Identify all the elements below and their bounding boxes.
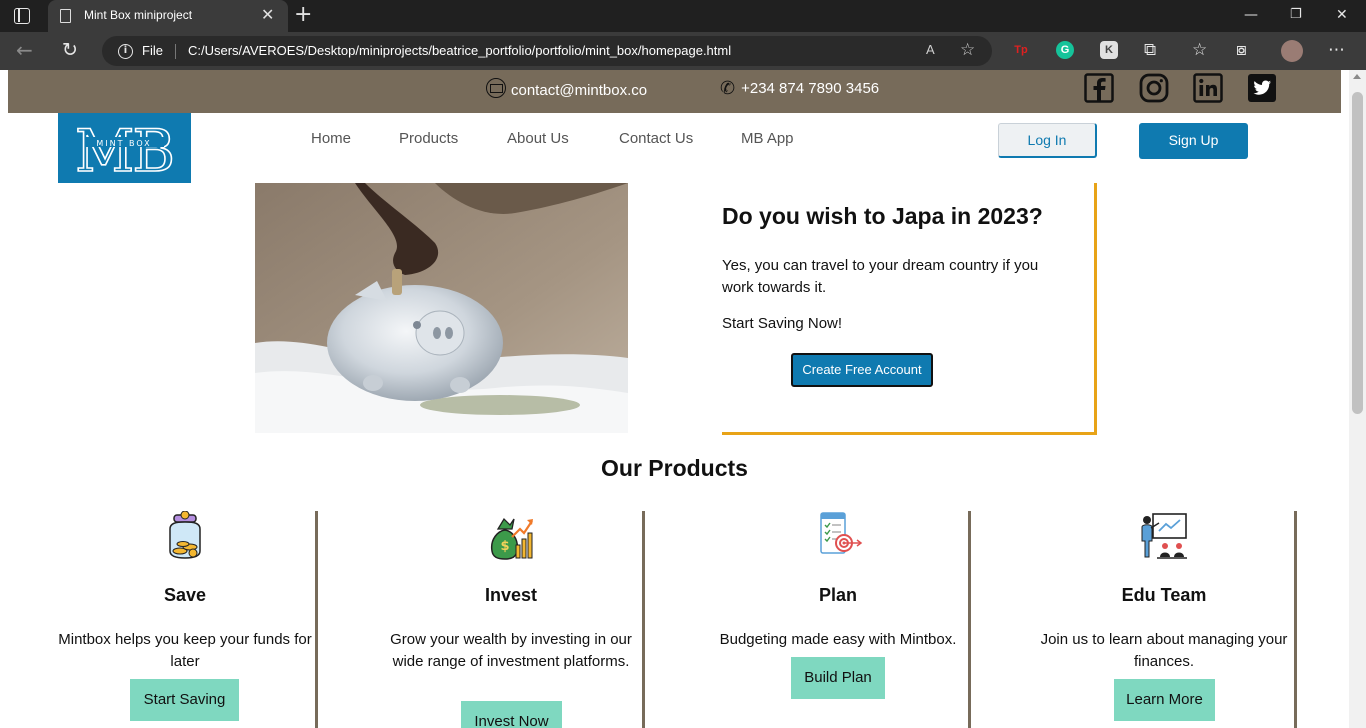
extensions-puzzle-icon[interactable]: ⧉ bbox=[1144, 39, 1156, 61]
invest-now-button[interactable]: Invest Now bbox=[461, 701, 562, 728]
svg-text:$: $ bbox=[500, 539, 509, 554]
tab-title: Mint Box miniproject bbox=[84, 8, 193, 22]
product-title: Invest bbox=[484, 585, 538, 605]
scroll-thumb[interactable] bbox=[1352, 92, 1363, 414]
hero-text: Yes, you can travel to your dream countr… bbox=[722, 257, 1039, 296]
nav-about-us[interactable]: About Us bbox=[507, 130, 569, 147]
hero-card: Do you wish to Japa in 2023? Yes, you ca… bbox=[722, 183, 1097, 435]
scroll-up-arrow-icon[interactable] bbox=[1353, 74, 1361, 79]
profile-avatar[interactable] bbox=[1281, 40, 1303, 62]
product-text: Join us to learn about managing your fin… bbox=[1040, 631, 1288, 670]
create-free-account-button[interactable]: Create Free Account bbox=[791, 353, 933, 387]
back-arrow-icon[interactable]: ← bbox=[16, 38, 33, 62]
favorites-icon[interactable]: ☆ bbox=[1192, 39, 1207, 61]
build-plan-button[interactable]: Build Plan bbox=[791, 657, 885, 699]
signup-button[interactable]: Sign Up bbox=[1139, 123, 1248, 159]
product-divider bbox=[315, 511, 318, 728]
product-card-plan: Plan Budgeting made easy with Mintbox. B… bbox=[703, 511, 973, 728]
product-text: Grow your wealth by investing in our wid… bbox=[390, 631, 632, 670]
more-menu-icon[interactable]: ⋯ bbox=[1328, 39, 1345, 61]
file-label: File bbox=[142, 43, 163, 58]
logo-mark: MB MINT BOX bbox=[74, 116, 176, 186]
money-bag-growth-icon: $ bbox=[490, 517, 533, 560]
close-tab-icon[interactable]: ✕ bbox=[261, 6, 274, 24]
restore-icon[interactable]: ❐ bbox=[1290, 6, 1302, 24]
address-bar-row: ← ↻ i File C:/Users/AVEROES/Desktop/mini… bbox=[0, 32, 1366, 70]
address-bar[interactable]: i File C:/Users/AVEROES/Desktop/miniproj… bbox=[102, 36, 992, 66]
instagram-icon[interactable] bbox=[1139, 73, 1169, 103]
nav-home[interactable]: Home bbox=[311, 130, 351, 147]
mail-icon bbox=[486, 78, 506, 98]
hero-title: Do you wish to Japa in 2023? bbox=[722, 203, 1043, 229]
nav-mb-app[interactable]: MB App bbox=[741, 130, 794, 147]
page-scrollbar[interactable] bbox=[1349, 70, 1366, 728]
learn-more-button[interactable]: Learn More bbox=[1114, 679, 1215, 721]
hero-cta-text: Start Saving Now! bbox=[722, 315, 843, 332]
contact-strip: contact@mintbox.co ✆ +234 874 7890 3456 bbox=[8, 70, 1341, 113]
product-card-invest: $ Invest Grow your wealth by investing i… bbox=[376, 511, 646, 728]
email-text: contact@mintbox.co bbox=[511, 82, 648, 99]
linkedin-icon[interactable] bbox=[1193, 73, 1223, 103]
contact-phone[interactable]: ✆ +234 874 7890 3456 bbox=[720, 78, 879, 99]
logo-subtitle: MINT BOX bbox=[96, 139, 151, 148]
product-text: Mintbox helps you keep your funds for la… bbox=[58, 631, 312, 670]
nav-products[interactable]: Products bbox=[399, 130, 458, 147]
phone-icon: ✆ bbox=[720, 78, 736, 98]
login-button[interactable]: Log In bbox=[998, 123, 1097, 158]
product-title: Plan bbox=[818, 585, 857, 605]
product-card-edu-team: Edu Team Join us to learn about managing… bbox=[1029, 511, 1299, 728]
product-card-save: Save Mintbox helps you keep your funds f… bbox=[50, 511, 320, 728]
add-favorite-icon[interactable]: ☆ bbox=[960, 40, 975, 60]
plan-target-icon bbox=[820, 512, 863, 554]
savings-jar-icon bbox=[169, 511, 201, 559]
product-title: Edu Team bbox=[1121, 585, 1207, 605]
window-close-icon[interactable]: ✕ bbox=[1336, 6, 1348, 24]
facebook-icon[interactable] bbox=[1084, 73, 1114, 103]
nav-contact-us[interactable]: Contact Us bbox=[619, 130, 693, 147]
logo-letters: MB bbox=[75, 117, 173, 183]
product-divider bbox=[968, 511, 971, 728]
products-heading: Our Products bbox=[601, 455, 748, 481]
twitter-icon[interactable] bbox=[1247, 73, 1277, 103]
tab-actions-icon[interactable] bbox=[14, 8, 30, 24]
browser-tab-bar: Mint Box miniproject ✕ + — ❐ ✕ bbox=[0, 0, 1366, 32]
product-title: Save bbox=[163, 585, 207, 605]
page-icon bbox=[60, 9, 71, 23]
info-icon[interactable]: i bbox=[118, 44, 133, 59]
hero-image-piggy-bank bbox=[255, 183, 628, 433]
divider bbox=[175, 44, 176, 59]
url-text[interactable]: C:/Users/AVEROES/Desktop/miniprojects/be… bbox=[188, 43, 731, 58]
mintbox-logo[interactable]: MB MINT BOX bbox=[58, 113, 191, 186]
minimize-icon[interactable]: — bbox=[1244, 6, 1258, 24]
product-divider bbox=[1294, 511, 1297, 728]
product-divider bbox=[642, 511, 645, 728]
browser-tab[interactable]: Mint Box miniproject ✕ bbox=[48, 0, 288, 32]
refresh-icon[interactable]: ↻ bbox=[62, 38, 78, 62]
grammarly-icon[interactable]: G bbox=[1056, 41, 1074, 59]
collections-icon[interactable]: ⧇ bbox=[1236, 39, 1247, 61]
extension-k-icon[interactable]: K bbox=[1100, 41, 1118, 59]
product-text: Budgeting made easy with Mintbox. bbox=[719, 631, 957, 648]
phone-text: +234 874 7890 3456 bbox=[741, 80, 880, 97]
extension-tp-icon[interactable]: Tp bbox=[1012, 41, 1030, 59]
presentation-board-icon bbox=[1141, 513, 1187, 559]
start-saving-button[interactable]: Start Saving bbox=[130, 679, 239, 721]
new-tab-icon[interactable]: + bbox=[294, 3, 312, 27]
contact-email[interactable]: contact@mintbox.co bbox=[486, 78, 647, 99]
read-aloud-icon[interactable]: A bbox=[926, 42, 935, 57]
